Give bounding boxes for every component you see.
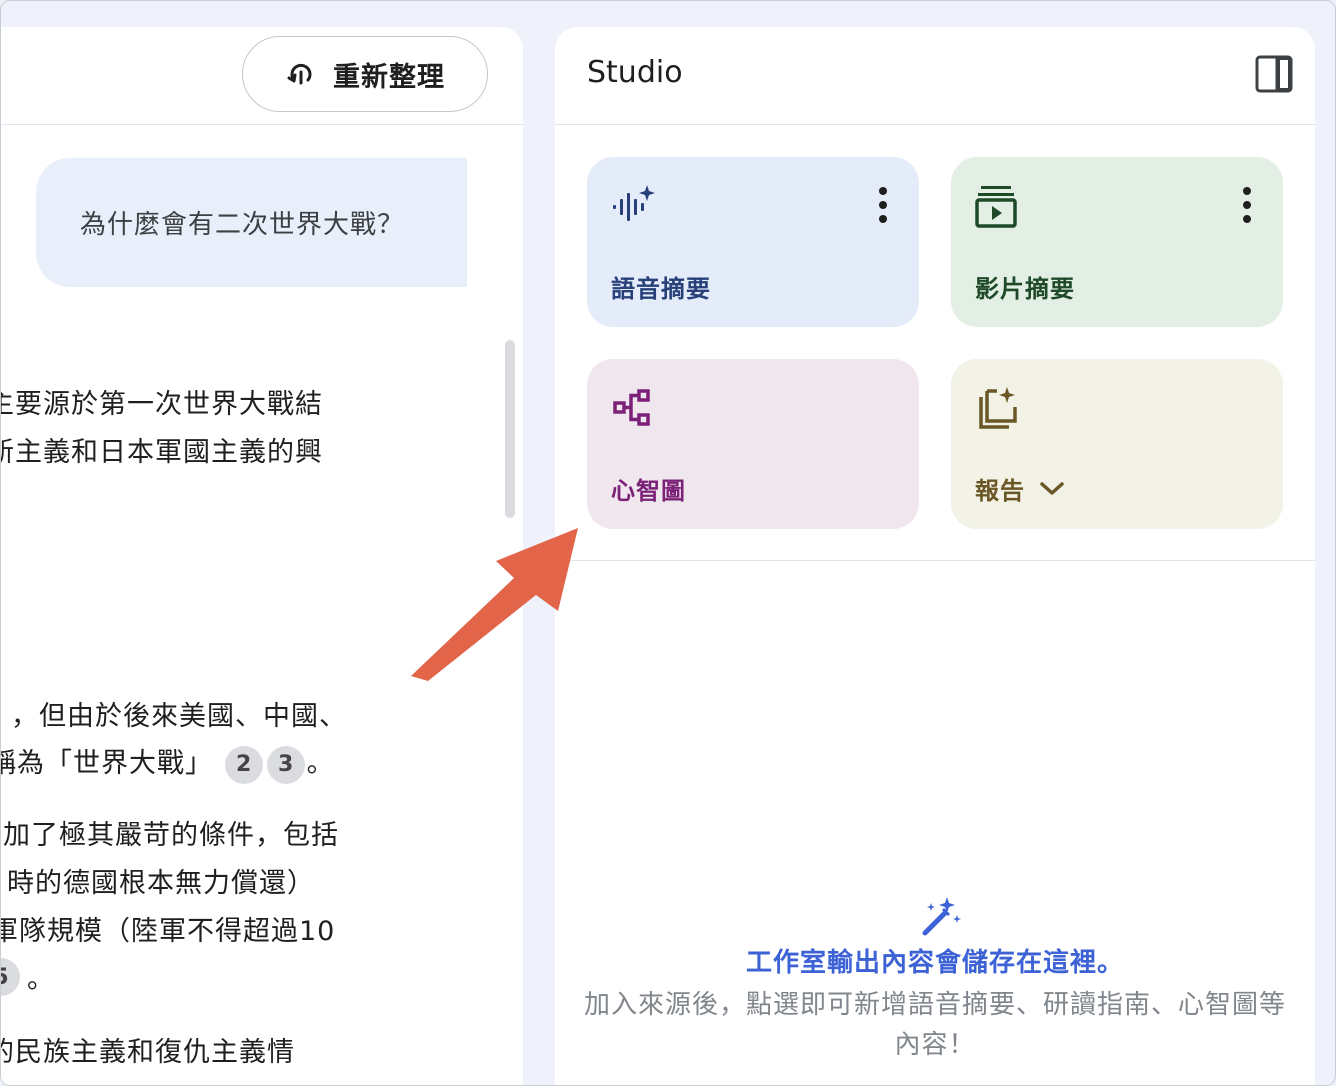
- citation-chip-2[interactable]: 2: [224, 745, 263, 784]
- mind-map-icon: [613, 389, 650, 426]
- video-overview-label: 影片摘要: [975, 275, 1075, 303]
- refresh-label: 重新整理: [333, 61, 445, 93]
- magic-wand-icon: [922, 897, 961, 936]
- video-play-icon: [975, 186, 1017, 228]
- user-message-bubble: 為什麼會有二次世界大戰？: [36, 158, 467, 287]
- answer-line: 新主義和日本軍國主義的興: [1, 437, 323, 468]
- citation-chip-5[interactable]: 5: [1, 958, 20, 996]
- answer-period: 。: [306, 748, 335, 779]
- empty-state-title: 工作室輸出內容會儲存在這裡。: [745, 948, 1124, 978]
- chat-panel: 重新整理 為什麼會有二次世界大戰？ 主要源於第一次世界大戰結 新主義和日本軍國主…: [1, 27, 523, 1085]
- answer-line: ，但由於後來美國、中國、: [11, 701, 347, 732]
- chevron-down-icon: [1040, 481, 1064, 495]
- audio-overview-label: 語音摘要: [611, 275, 711, 303]
- app-window: 重新整理 為什麼會有二次世界大戰？ 主要源於第一次世界大戰結 新主義和日本軍國主…: [0, 0, 1336, 1086]
- user-question: 為什麼會有二次世界大戰？: [80, 210, 405, 240]
- more-options-icon[interactable]: [877, 185, 889, 225]
- answer-line: 加了極其嚴苛的條件，包括: [3, 820, 339, 851]
- audio-waveform-icon: [613, 185, 655, 221]
- studio-header: Studio: [555, 27, 1315, 125]
- mind-map-card[interactable]: 心智圖: [587, 359, 919, 529]
- report-label: 報告: [975, 477, 1025, 505]
- chat-header: 重新整理: [1, 27, 523, 125]
- mind-map-label: 心智圖: [611, 477, 686, 505]
- answer-line: 稱為「世界大戰」 2 3。: [1, 741, 335, 784]
- citation-chip-3[interactable]: 3: [266, 745, 305, 784]
- chat-scrollbar[interactable]: [505, 340, 515, 518]
- more-options-icon[interactable]: [1241, 185, 1253, 225]
- refresh-icon: [287, 63, 312, 85]
- report-card[interactable]: 報告: [951, 359, 1283, 529]
- audio-overview-card[interactable]: 語音摘要: [587, 157, 919, 327]
- answer-text: 稱為「世界大戰」: [1, 748, 213, 779]
- empty-state-description: 加入來源後，點選即可新增語音摘要、研讀指南、心智圖等內容！: [583, 990, 1286, 1060]
- studio-panel: Studio 語音摘要 影片摘要 心智圖 報告 工作室輸出內容會儲存在這裡。 加…: [555, 27, 1315, 1085]
- report-dropdown[interactable]: 報告: [975, 471, 1065, 506]
- answer-line: 軍隊規模（陸軍不得超過10: [1, 916, 336, 947]
- studio-divider: [555, 560, 1315, 561]
- answer-line: 的民族主義和復仇主義情: [1, 1037, 295, 1068]
- answer-line: 時的德國根本無力償還）: [7, 868, 315, 899]
- answer-line: 。: [27, 964, 55, 995]
- answer-line: 主要源於第一次世界大戰結: [1, 389, 323, 420]
- report-sparkle-icon: [979, 387, 1017, 429]
- refresh-button[interactable]: 重新整理: [242, 36, 488, 112]
- video-overview-card[interactable]: 影片摘要: [951, 157, 1283, 327]
- studio-title: Studio: [587, 55, 683, 90]
- collapse-panel-icon[interactable]: [1255, 55, 1293, 93]
